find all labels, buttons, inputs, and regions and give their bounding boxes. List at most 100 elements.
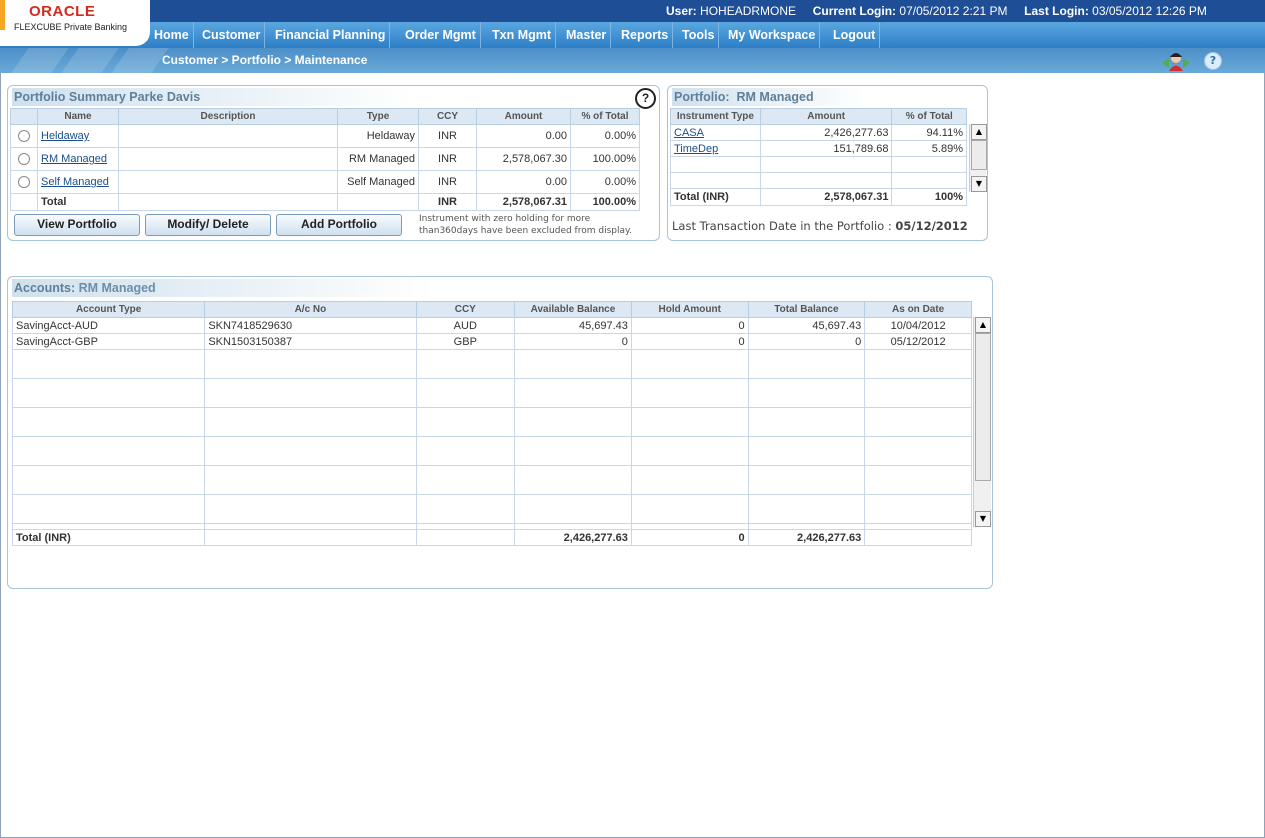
- nav-financial-planning[interactable]: Financial Planning: [271, 22, 391, 48]
- cell: 10/04/2012: [864, 317, 972, 334]
- instrument-link[interactable]: CASA: [674, 127, 704, 139]
- title-label: Portfolio:: [674, 90, 730, 104]
- portfolio-link[interactable]: Self Managed: [41, 176, 109, 188]
- view-portfolio-button[interactable]: View Portfolio: [14, 214, 140, 236]
- scroll-up-arrow-icon[interactable]: ▲: [975, 317, 991, 333]
- cell: SavingAcct-AUD: [11, 317, 206, 334]
- cell: 2,578,067.30: [476, 147, 571, 171]
- cell: 0: [630, 333, 749, 350]
- user-avatar-icon[interactable]: [1160, 51, 1192, 71]
- title-value: RM Managed: [78, 281, 156, 295]
- col-header: Amount: [759, 108, 893, 125]
- logo-brand: ORACLE: [29, 3, 96, 20]
- nav-my-workspace[interactable]: My Workspace: [724, 22, 821, 48]
- cell: GBP: [415, 333, 516, 350]
- add-portfolio-button[interactable]: Add Portfolio: [276, 214, 402, 236]
- col-header: Amount: [476, 108, 571, 125]
- nav-txn-mgmt[interactable]: Txn Mgmt: [488, 22, 557, 48]
- total-hold: 0: [630, 529, 749, 546]
- col-header: Available Balance: [514, 301, 632, 318]
- logo-product: FLEXCUBE Private Banking: [14, 22, 128, 32]
- nav-tools[interactable]: Tools: [678, 22, 720, 48]
- instrument-scrollbar[interactable]: ▲ ▼: [969, 124, 987, 192]
- col-header: CCY: [415, 301, 516, 318]
- cell: [118, 147, 338, 171]
- cell: 94.11%: [891, 124, 967, 141]
- modify-delete-button[interactable]: Modify/ Delete: [145, 214, 271, 236]
- col-header: Hold Amount: [630, 301, 749, 318]
- scroll-thumb[interactable]: [975, 333, 991, 481]
- total-amount: 2,578,067.31: [476, 193, 571, 211]
- portfolio-link[interactable]: Heldaway: [41, 130, 89, 142]
- nav-reports[interactable]: Reports: [617, 22, 674, 48]
- current-login-value: 07/05/2012 2:21 PM: [899, 4, 1008, 18]
- decor-stripe: [111, 48, 169, 73]
- cell: AUD: [415, 317, 516, 334]
- col-header: Type: [337, 108, 419, 125]
- last-txn-label: Last Transaction Date in the Portfolio :: [672, 219, 892, 233]
- total-row: Total INR 2,578,067.31 100.00%: [10, 193, 640, 211]
- breadcrumb-bar: Customer > Portfolio > Maintenance: [0, 48, 1265, 73]
- note-line: than360days have been excluded from disp…: [419, 226, 632, 236]
- nav-order-mgmt[interactable]: Order Mgmt: [401, 22, 481, 48]
- top-bar: User: HOHEADRMONE Current Login: 07/05/2…: [0, 0, 1265, 22]
- col-header: % of Total: [570, 108, 640, 125]
- empty-row: [11, 465, 972, 495]
- cell: INR: [418, 170, 477, 194]
- accounts-panel: Accounts: RM Managed Account Type A/c No…: [7, 276, 993, 589]
- cell: 151,789.68: [759, 140, 893, 157]
- nav-logout[interactable]: Logout: [829, 22, 881, 48]
- scroll-up-arrow-icon[interactable]: ▲: [971, 124, 987, 140]
- cell: 2,426,277.63: [759, 124, 893, 141]
- total-ccy: INR: [418, 193, 477, 211]
- row-select: [10, 124, 38, 148]
- table-row: TimeDep 151,789.68 5.89%: [670, 140, 967, 157]
- decor-stripe: [61, 48, 119, 73]
- logo-accent: [0, 0, 5, 30]
- total-available: 2,426,277.63: [514, 529, 632, 546]
- help-icon[interactable]: ?: [1204, 52, 1222, 70]
- instrument-link[interactable]: TimeDep: [674, 143, 718, 155]
- cell: Heldaway: [337, 124, 419, 148]
- nav-master[interactable]: Master: [562, 22, 612, 48]
- table-row: CASA 2,426,277.63 94.11%: [670, 124, 967, 141]
- total-row: Total (INR) 2,426,277.63 0 2,426,277.63: [11, 529, 972, 546]
- cell: SKN1503150387: [204, 333, 417, 350]
- portfolio-detail-panel: Portfolio: RM Managed Instrument Type Am…: [667, 85, 988, 241]
- row-radio[interactable]: [18, 130, 30, 143]
- portfolio-summary-title: Portfolio Summary Parke Davis: [12, 88, 414, 106]
- last-login-value: 03/05/2012 12:26 PM: [1092, 4, 1207, 18]
- cell: [118, 170, 338, 194]
- empty-row: [11, 436, 972, 466]
- breadcrumb: Customer > Portfolio > Maintenance: [162, 53, 368, 67]
- col-header: Total Balance: [747, 301, 866, 318]
- scroll-thumb[interactable]: [971, 140, 987, 170]
- nav-customer[interactable]: Customer: [198, 22, 266, 48]
- empty-row: [11, 407, 972, 437]
- empty-row: [11, 494, 972, 524]
- cell: 05/12/2012: [864, 333, 972, 350]
- cell: 5.89%: [891, 140, 967, 157]
- note-line: Instrument with zero holding for more: [419, 214, 591, 224]
- col-header: Account Type: [11, 301, 206, 318]
- nav-home[interactable]: Home: [150, 22, 194, 48]
- cell: SavingAcct-GBP: [11, 333, 206, 350]
- cell: 45,697.43: [747, 317, 866, 334]
- exclusion-note: Instrument with zero holding for more th…: [419, 213, 632, 237]
- help-icon[interactable]: ?: [635, 88, 656, 109]
- scroll-down-arrow-icon[interactable]: ▼: [971, 176, 987, 192]
- scroll-down-arrow-icon[interactable]: ▼: [975, 511, 991, 527]
- row-radio[interactable]: [18, 153, 30, 166]
- col-header: Instrument Type: [670, 108, 761, 125]
- title-value: RM Managed: [736, 90, 814, 104]
- total-label: Total: [37, 193, 119, 211]
- row-select: [10, 147, 38, 171]
- portfolio-link[interactable]: RM Managed: [41, 153, 107, 165]
- user-value: HOHEADRMONE: [700, 4, 797, 18]
- accounts-scrollbar[interactable]: ▲ ▼: [973, 317, 991, 527]
- total-balance: 2,426,277.63: [747, 529, 866, 546]
- row-radio[interactable]: [18, 176, 30, 189]
- table-row: RM Managed RM Managed INR 2,578,067.30 1…: [10, 147, 640, 171]
- col-header: As on Date: [864, 301, 972, 318]
- cell: RM Managed: [337, 147, 419, 171]
